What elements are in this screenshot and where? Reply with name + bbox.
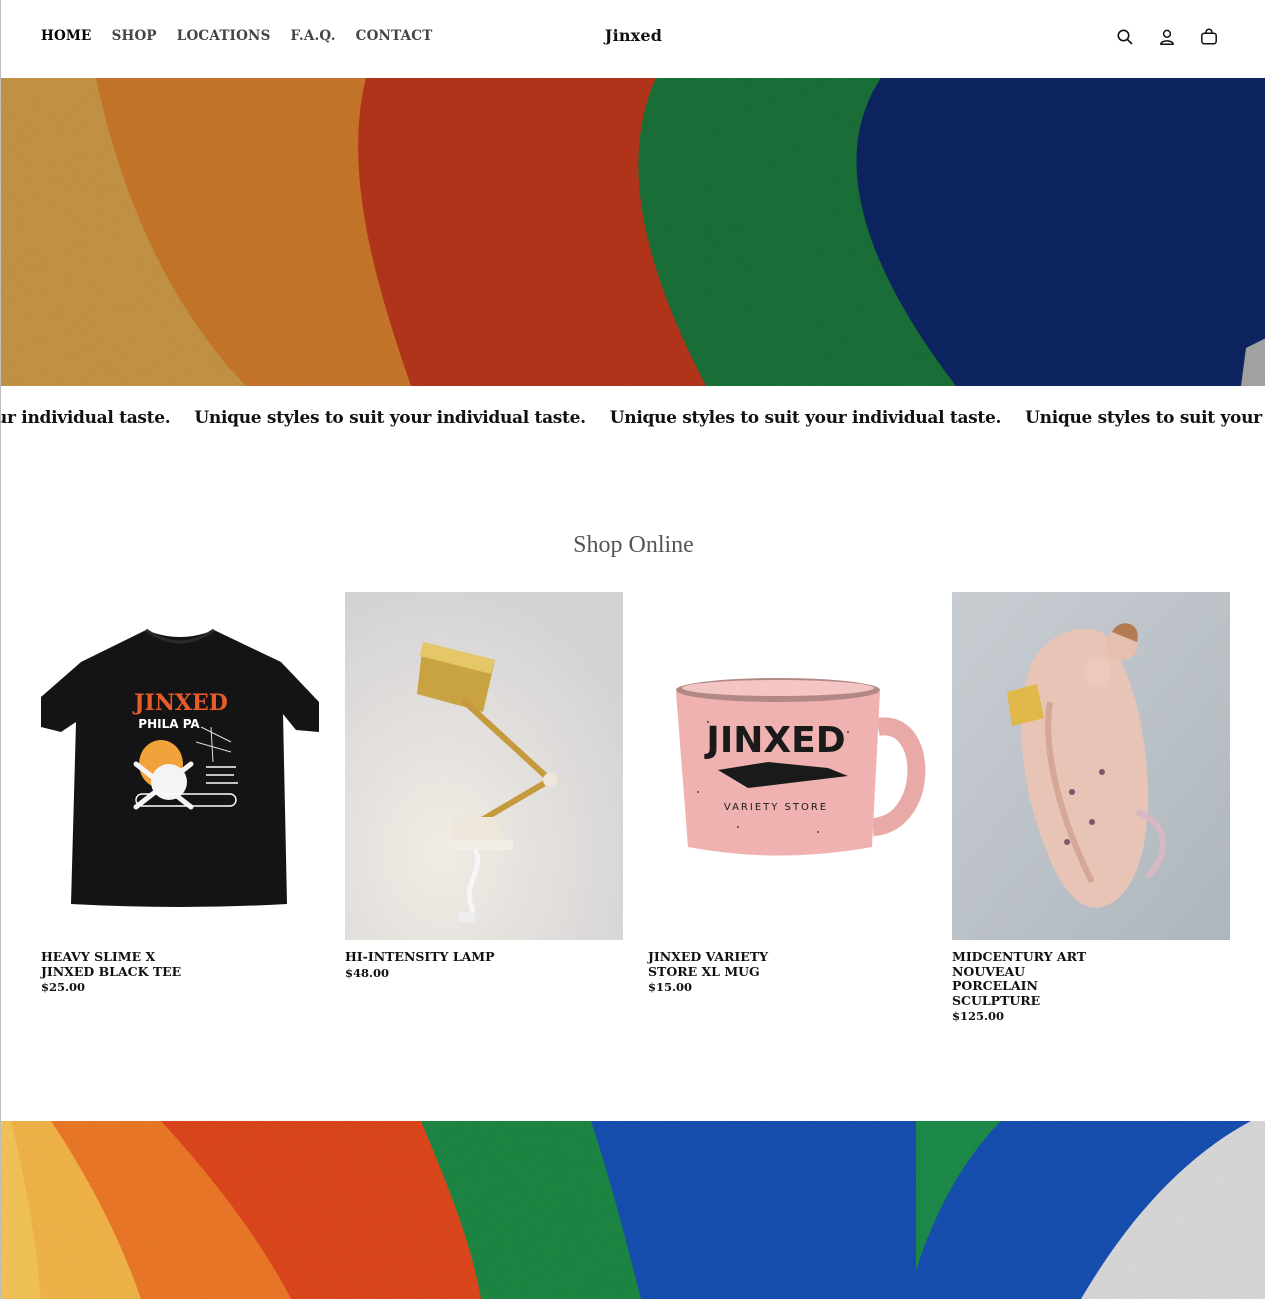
product-image[interactable]: [345, 592, 623, 940]
section-title: Shop Online: [573, 532, 694, 558]
marquee-text: Unique styles to suit your individual ta…: [194, 408, 586, 428]
product-name[interactable]: JINXED VARIETY STORE XL MUG: [648, 949, 798, 979]
rainbow-wall-image: [1, 78, 1265, 386]
product-name[interactable]: HEAVY SLIME X JINXED BLACK TEE: [41, 949, 191, 979]
hero-banner: [1, 78, 1265, 386]
product-image[interactable]: JINXED VARIETY STORE: [648, 592, 926, 940]
product-price: $25.00: [41, 980, 86, 994]
product-price: $125.00: [952, 1009, 1005, 1023]
account-icon[interactable]: [1158, 28, 1176, 46]
marquee-text: Unique styles to suit your individual ta…: [1025, 408, 1265, 428]
product-card[interactable]: JINXED VARIETY STORE JINXED VARIETY STOR…: [648, 592, 926, 995]
product-name[interactable]: MIDCENTURY ART NOUVEAU PORCELAIN SCULPTU…: [952, 949, 1102, 1008]
bottom-banner: [1, 1121, 1265, 1299]
product-name[interactable]: HI-INTENSITY LAMP: [345, 949, 495, 965]
marquee-text: Unique styles to suit your individual ta…: [609, 408, 1002, 428]
product-image[interactable]: JINXED PHILA PA: [41, 592, 319, 940]
marquee-track: Unique styles to suit your individual ta…: [1, 408, 1265, 428]
product-grid: JINXED PHILA PA HEAVY SLIME X JINXED BLA…: [41, 592, 1231, 1042]
tee-print-subtitle: PHILA PA: [138, 717, 200, 731]
site-header: HOME SHOP LOCATIONS F.A.Q. CONTACT Jinxe…: [1, 0, 1265, 78]
page: HOME SHOP LOCATIONS F.A.Q. CONTACT Jinxe…: [0, 0, 1265, 1299]
marquee: Unique styles to suit your individual ta…: [1, 386, 1265, 452]
product-card[interactable]: MIDCENTURY ART NOUVEAU PORCELAIN SCULPTU…: [952, 592, 1230, 1024]
mug-print-subtitle: VARIETY STORE: [724, 802, 828, 813]
search-icon[interactable]: [1116, 28, 1134, 46]
product-card[interactable]: HI-INTENSITY LAMP $48.00: [345, 592, 623, 981]
tee-print-title: JINXED: [132, 690, 228, 716]
rainbow-wall-image: [1, 1121, 1265, 1299]
product-card[interactable]: JINXED PHILA PA HEAVY SLIME X JINXED BLA…: [41, 592, 319, 995]
product-price: $15.00: [648, 980, 693, 994]
header-icons: [1116, 28, 1218, 46]
mug-print-title: JINXED: [703, 720, 845, 761]
cart-icon[interactable]: [1200, 28, 1218, 46]
marquee-text: Unique styles to suit your individual ta…: [1, 408, 171, 428]
product-image[interactable]: [952, 592, 1230, 940]
product-price: $48.00: [345, 965, 390, 980]
site-logo[interactable]: Jinxed: [1, 26, 1265, 45]
